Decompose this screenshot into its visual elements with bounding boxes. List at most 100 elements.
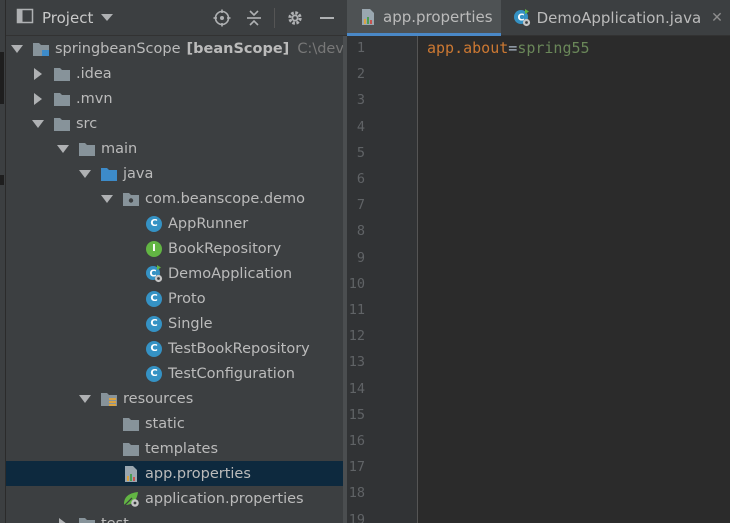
spring-boot-class-icon: C	[145, 264, 163, 283]
tree-item-label: static	[145, 415, 185, 432]
tree-item-label: TestConfiguration	[168, 365, 295, 382]
line-number-gutter: 1 2 3 4 5 6 7 8 9 10 11 12 13 14 15 16 17 18 19	[347, 36, 418, 523]
expand-right-icon[interactable]	[30, 91, 46, 107]
chevron-down-icon[interactable]	[101, 13, 114, 22]
line-number: 17	[348, 459, 365, 476]
folder-icon	[122, 415, 140, 433]
tree-item[interactable]: C TestConfiguration	[6, 361, 347, 386]
interface-icon: I	[145, 240, 163, 258]
tree-item[interactable]: com.beanscope.demo	[6, 186, 347, 211]
folder-icon	[53, 90, 71, 108]
line-number: 12	[348, 328, 365, 345]
line-number: 11	[348, 302, 365, 318]
folder-icon	[53, 65, 71, 83]
tree-item-label: BookRepository	[168, 240, 282, 257]
line-number: 9	[356, 249, 365, 266]
tree-item-label: springbeanScope	[55, 40, 181, 57]
expand-down-icon[interactable]	[55, 141, 71, 157]
tree-item-label: AppRunner	[168, 215, 249, 232]
expand-down-icon[interactable]	[99, 191, 115, 207]
expand-right-icon[interactable]	[30, 66, 46, 82]
tree-item[interactable]: src	[6, 111, 347, 136]
editor-tab[interactable]: C DemoApplication.java ✕	[501, 0, 730, 36]
expand-down-icon[interactable]	[77, 391, 93, 407]
tree-item-label: Single	[168, 315, 213, 332]
collapse-all-icon[interactable]	[242, 6, 266, 30]
close-icon[interactable]: ✕	[711, 10, 723, 26]
expand-right-icon[interactable]	[55, 516, 71, 523]
properties-file-icon	[122, 465, 140, 483]
tree-item[interactable]: C TestBookRepository	[6, 336, 347, 361]
folder-icon	[53, 115, 71, 133]
tree-item[interactable]: application.properties	[6, 486, 347, 511]
line-number: 3	[356, 92, 365, 109]
property-key: app.about	[427, 39, 509, 57]
tree-item[interactable]: C Single	[6, 311, 347, 336]
line-number: 1	[356, 40, 365, 56]
tree-item[interactable]: app.properties	[6, 461, 347, 486]
tree-item[interactable]: .mvn	[6, 86, 347, 111]
tree-item[interactable]: C AppRunner	[6, 211, 347, 236]
tab-label: app.properties	[383, 7, 493, 26]
expand-down-icon[interactable]	[9, 41, 25, 57]
line-number: 2	[356, 66, 365, 83]
tree-item[interactable]: springbeanScope[beanScope]C:\dev\sp	[6, 36, 347, 61]
code-line[interactable]: app.about = spring55	[427, 36, 590, 60]
editor-tab[interactable]: app.properties	[347, 0, 501, 36]
expand-down-icon[interactable]	[77, 166, 93, 182]
tree-item-label: app.properties	[145, 465, 251, 482]
tree-item[interactable]: static	[6, 411, 347, 436]
tree-item-label: src	[76, 115, 98, 132]
tree-item-label: templates	[145, 440, 219, 457]
folder-icon	[122, 440, 140, 458]
class-icon: C	[145, 315, 163, 333]
class-icon: C	[145, 340, 163, 358]
panel-header: Project	[6, 0, 347, 36]
expand-down-icon[interactable]	[30, 116, 46, 132]
folder-icon	[78, 515, 96, 523]
tree-item[interactable]: resources	[6, 386, 347, 411]
tree-item-label: test	[101, 516, 129, 523]
resources-folder-icon	[100, 390, 118, 408]
tree-item[interactable]: templates	[6, 436, 347, 461]
class-icon: C	[145, 215, 163, 233]
module-name: [beanScope]	[186, 40, 290, 57]
tree-item[interactable]: I BookRepository	[6, 236, 347, 261]
tree-item[interactable]: java	[6, 161, 347, 186]
tab-label: DemoApplication.java	[536, 9, 702, 27]
code-area[interactable]: app.about = spring55	[427, 36, 590, 60]
class-icon: C	[145, 365, 163, 383]
tree-item[interactable]: C DemoApplication	[6, 261, 347, 286]
tree-item-label: main	[101, 140, 138, 157]
spring-boot-class-icon: C	[513, 9, 531, 27]
line-number: 16	[348, 433, 365, 449]
property-separator: =	[508, 39, 518, 57]
tree-item-label: TestBookRepository	[168, 340, 310, 357]
line-number: 18	[348, 485, 365, 502]
package-icon	[122, 190, 140, 208]
tree-item-label: .idea	[76, 65, 112, 82]
properties-file-icon	[359, 8, 377, 26]
locate-icon[interactable]	[210, 6, 234, 30]
tree-item-label: Proto	[168, 290, 206, 307]
strip-tab[interactable]	[0, 175, 4, 185]
gear-icon[interactable]	[283, 6, 307, 30]
minimize-icon[interactable]	[315, 6, 339, 30]
tree-item[interactable]: main	[6, 136, 347, 161]
panel-title[interactable]: Project	[42, 9, 93, 27]
tree-item[interactable]: C Proto	[6, 286, 347, 311]
tree-item-label: application.properties	[145, 490, 304, 507]
tree-item-label: .mvn	[76, 90, 113, 107]
property-value: spring55	[517, 39, 590, 57]
editor-tab-bar: app.properties C DemoApplication.java ✕	[347, 0, 730, 36]
line-number: 13	[348, 354, 365, 371]
strip-tab[interactable]	[0, 52, 4, 104]
line-number: 15	[348, 406, 365, 423]
line-number: 14	[348, 380, 365, 397]
project-panel: Project springbeanScope [beanScope] C:\dev…	[6, 0, 347, 523]
class-icon: C	[145, 290, 163, 308]
module-icon	[32, 40, 50, 58]
tree-item[interactable]: .idea	[6, 61, 347, 86]
folder-icon	[78, 140, 96, 158]
tree-item[interactable]: test	[6, 511, 347, 523]
